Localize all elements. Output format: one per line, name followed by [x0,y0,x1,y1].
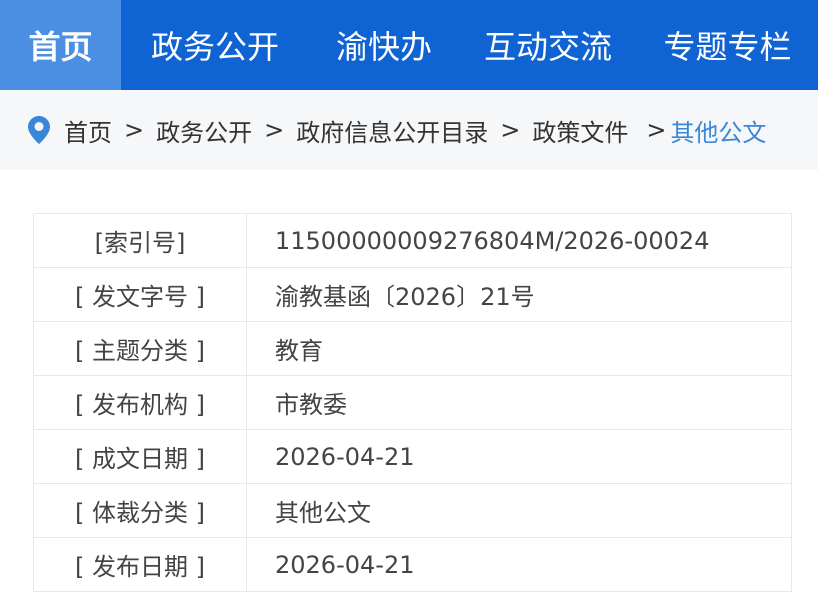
issuing-agency-label: [ 发布机构 ] [33,375,247,430]
nav-item-interaction[interactable]: 互动交流 [459,0,637,90]
issuing-agency-value: 市教委 [246,375,792,430]
nav-item-government-affairs[interactable]: 政务公开 [121,0,309,90]
table-row: [ 体裁分类 ] 其他公文 [33,483,792,538]
breadcrumb-home-link[interactable]: 首页 [64,113,112,148]
table-row: [ 发布机构 ] 市教委 [33,375,792,430]
breadcrumb-separator: > [264,116,285,144]
drafting-date-label: [ 成文日期 ] [33,429,247,484]
breadcrumb-separator: > [646,116,667,144]
nav-item-home[interactable]: 首页 [0,0,121,90]
table-row: [ 成文日期 ] 2026-04-21 [33,429,792,484]
publish-date-value: 2026-04-21 [246,537,792,592]
publish-date-label: [ 发布日期 ] [33,537,247,592]
topic-category-label: [ 主题分类 ] [33,321,247,376]
genre-category-label: [ 体裁分类 ] [33,483,247,538]
breadcrumb-separator: > [500,116,521,144]
breadcrumb-current-other-documents[interactable]: 其他公文 [670,113,766,148]
topic-category-value: 教育 [246,321,792,376]
table-row: [ 发布日期 ] 2026-04-21 [33,537,792,592]
index-number-label: [索引号] [33,213,247,268]
document-number-label: [ 发文字号 ] [33,267,247,322]
table-row: [索引号] 11500000009276804M/2026-00024 [33,213,792,268]
nav-item-yukuaiban[interactable]: 渝快办 [309,0,459,90]
breadcrumb-info-catalog-link[interactable]: 政府信息公开目录 [296,113,488,148]
index-number-value: 11500000009276804M/2026-00024 [246,213,792,268]
breadcrumb-separator: > [124,116,145,144]
document-info-table: [索引号] 11500000009276804M/2026-00024 [ 发文… [33,213,792,592]
top-navigation-bar: 首页 政务公开 渝快办 互动交流 专题专栏 [0,0,818,90]
table-row: [ 主题分类 ] 教育 [33,321,792,376]
drafting-date-value: 2026-04-21 [246,429,792,484]
nav-item-special-topics[interactable]: 专题专栏 [637,0,818,90]
table-row: [ 发文字号 ] 渝教基函〔2026〕21号 [33,267,792,322]
genre-category-value: 其他公文 [246,483,792,538]
breadcrumb: 首页 > 政务公开 > 政府信息公开目录 > 政策文件 > 其他公文 [0,90,818,170]
document-number-value: 渝教基函〔2026〕21号 [246,267,792,322]
location-pin-icon [26,114,52,146]
breadcrumb-government-affairs-link[interactable]: 政务公开 [156,113,252,148]
breadcrumb-policy-documents-link[interactable]: 政策文件 [532,113,628,148]
